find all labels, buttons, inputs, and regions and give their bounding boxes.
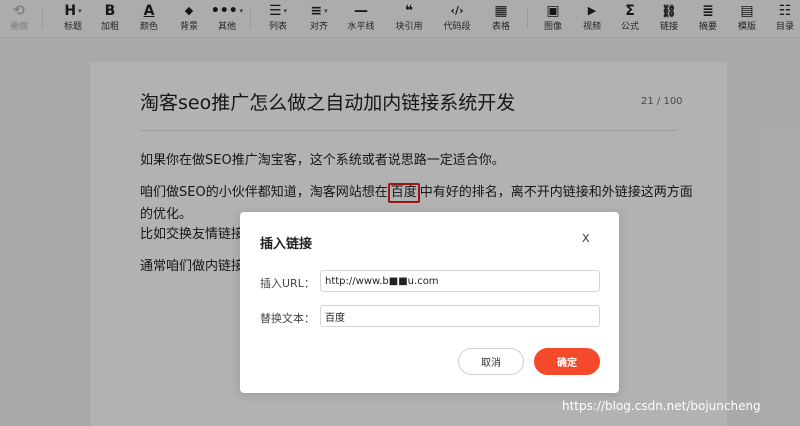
- url-input[interactable]: [320, 270, 600, 292]
- close-icon[interactable]: X: [582, 232, 590, 245]
- replace-text-label: 替换文本：: [260, 312, 315, 325]
- watermark: https://blog.csdn.net/bojuncheng: [562, 399, 761, 413]
- url-label: 插入URL：: [260, 277, 315, 290]
- dialog-title: 插入链接: [260, 237, 313, 252]
- insert-link-dialog: 插入链接 X 插入URL： 替换文本： 取消 确定: [240, 212, 619, 393]
- replace-text-input[interactable]: [320, 305, 600, 327]
- cancel-button[interactable]: 取消: [458, 348, 524, 375]
- confirm-button[interactable]: 确定: [534, 348, 600, 375]
